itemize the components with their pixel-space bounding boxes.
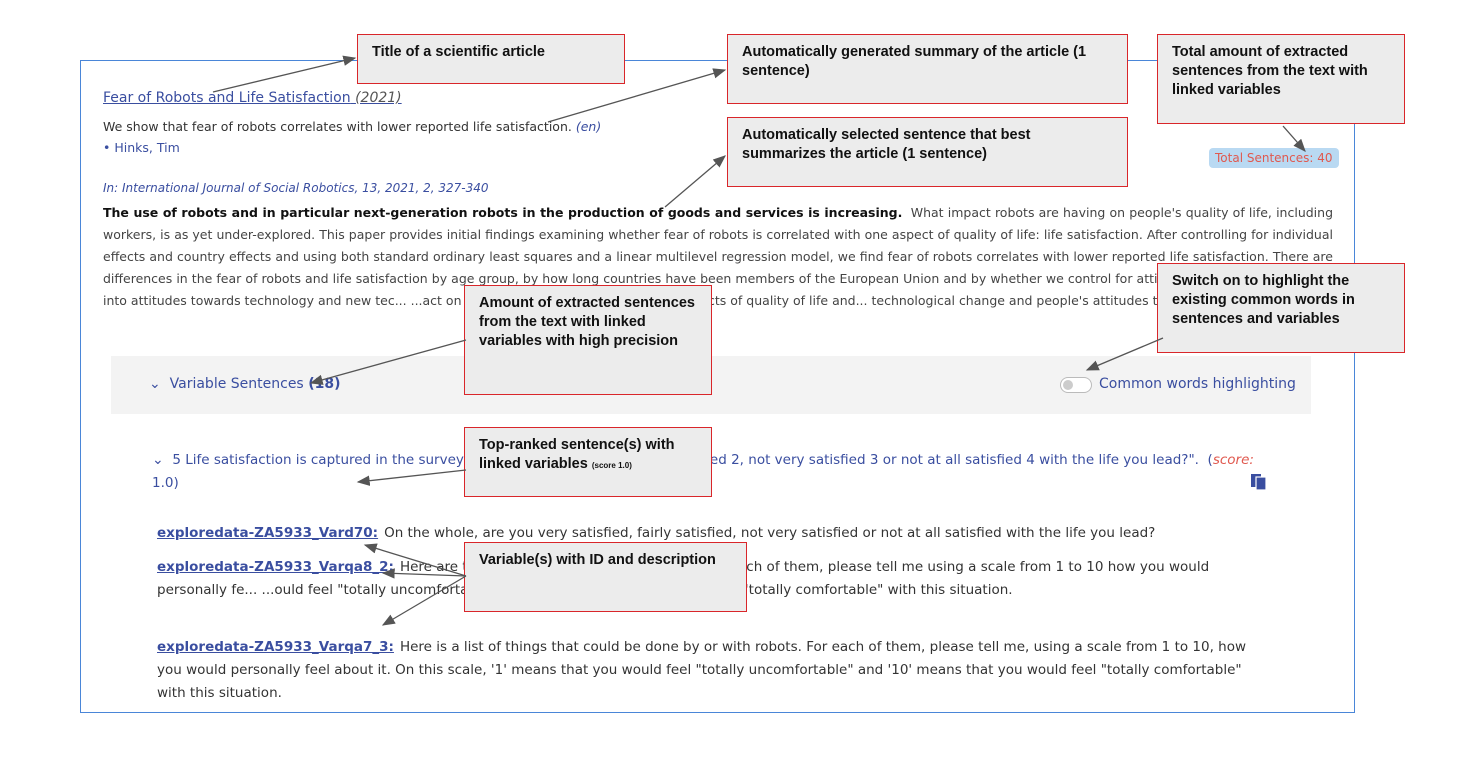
annotation-arrows	[212, 55, 1306, 626]
